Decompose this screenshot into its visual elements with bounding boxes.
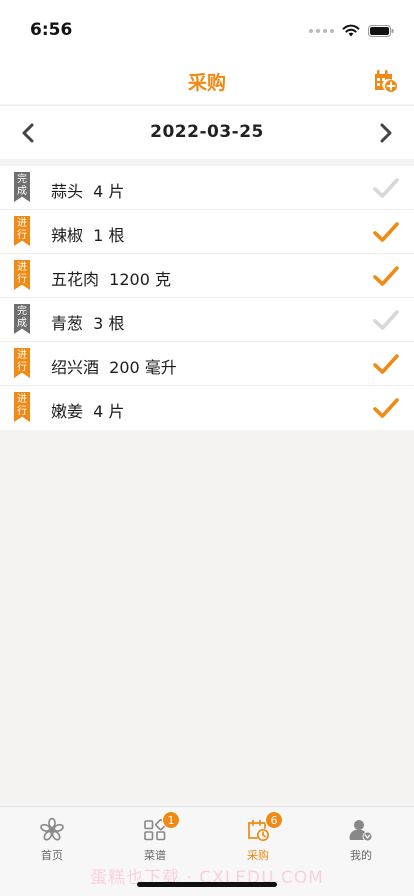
user-icon <box>349 820 373 842</box>
check-icon[interactable] <box>373 308 399 332</box>
recipes-count-badge: 1 <box>162 811 180 829</box>
check-icon[interactable] <box>373 264 399 288</box>
tab-purchase[interactable]: 6 采购 <box>223 811 293 867</box>
check-icon[interactable] <box>373 176 399 200</box>
nav-bar: 采购 <box>0 58 414 104</box>
status-time: 6:56 <box>30 20 73 40</box>
tab-label: 首页 <box>41 849 63 862</box>
status-badge: 进行 <box>14 216 30 246</box>
item-text: 辣椒 1 根 <box>51 226 125 245</box>
status-badge: 进行 <box>14 392 30 422</box>
item-text: 嫩姜 4 片 <box>51 402 125 421</box>
list-item[interactable]: 进行 五花肉 1200 克 <box>0 254 414 298</box>
check-icon[interactable] <box>373 352 399 376</box>
status-badge: 进行 <box>14 260 30 290</box>
status-bar: 6:56 <box>0 0 414 58</box>
item-text: 青葱 3 根 <box>51 314 125 333</box>
home-indicator <box>137 882 277 887</box>
list-item[interactable]: 完成 青葱 3 根 <box>0 298 414 342</box>
status-indicators <box>309 24 394 37</box>
item-text: 绍兴酒 200 毫升 <box>51 358 177 377</box>
current-date: 2022-03-25 <box>150 122 264 142</box>
check-icon[interactable] <box>373 220 399 244</box>
add-purchase-calendar-icon[interactable] <box>372 67 398 93</box>
list-item[interactable]: 进行 绍兴酒 200 毫升 <box>0 342 414 386</box>
battery-icon <box>368 24 394 37</box>
status-badge: 完成 <box>14 172 30 202</box>
item-text: 五花肉 1200 克 <box>51 270 171 289</box>
item-text: 蒜头 4 片 <box>51 182 125 201</box>
tab-home[interactable]: 首页 <box>17 817 87 867</box>
list-item[interactable]: 进行 嫩姜 4 片 <box>0 386 414 430</box>
tab-label: 采购 <box>247 849 269 862</box>
cellular-signal-icon <box>309 28 334 33</box>
wifi-icon <box>342 24 360 37</box>
date-selector: 2022-03-25 <box>0 105 414 159</box>
list-item[interactable]: 完成 蒜头 4 片 <box>0 166 414 210</box>
next-day-chevron-icon[interactable] <box>371 119 399 147</box>
tab-bar: 首页 1 菜谱 6 采购 我的 蛋糕也下载 · CXLEDU.COM <box>0 806 414 896</box>
purchase-count-badge: 6 <box>265 811 283 829</box>
status-badge: 进行 <box>14 348 30 378</box>
tab-mine[interactable]: 我的 <box>326 817 396 867</box>
status-badge: 完成 <box>14 304 30 334</box>
purchase-list: 完成 蒜头 4 片 进行 辣椒 1 根 进行 五花肉 1200 克 完成 青葱 … <box>0 166 414 430</box>
tab-label: 菜谱 <box>144 849 166 862</box>
check-icon[interactable] <box>373 396 399 420</box>
list-item[interactable]: 进行 辣椒 1 根 <box>0 210 414 254</box>
tab-recipes[interactable]: 1 菜谱 <box>120 811 190 867</box>
tab-label: 我的 <box>350 849 372 862</box>
flower-icon <box>40 817 64 841</box>
page-title: 采购 <box>187 72 226 94</box>
